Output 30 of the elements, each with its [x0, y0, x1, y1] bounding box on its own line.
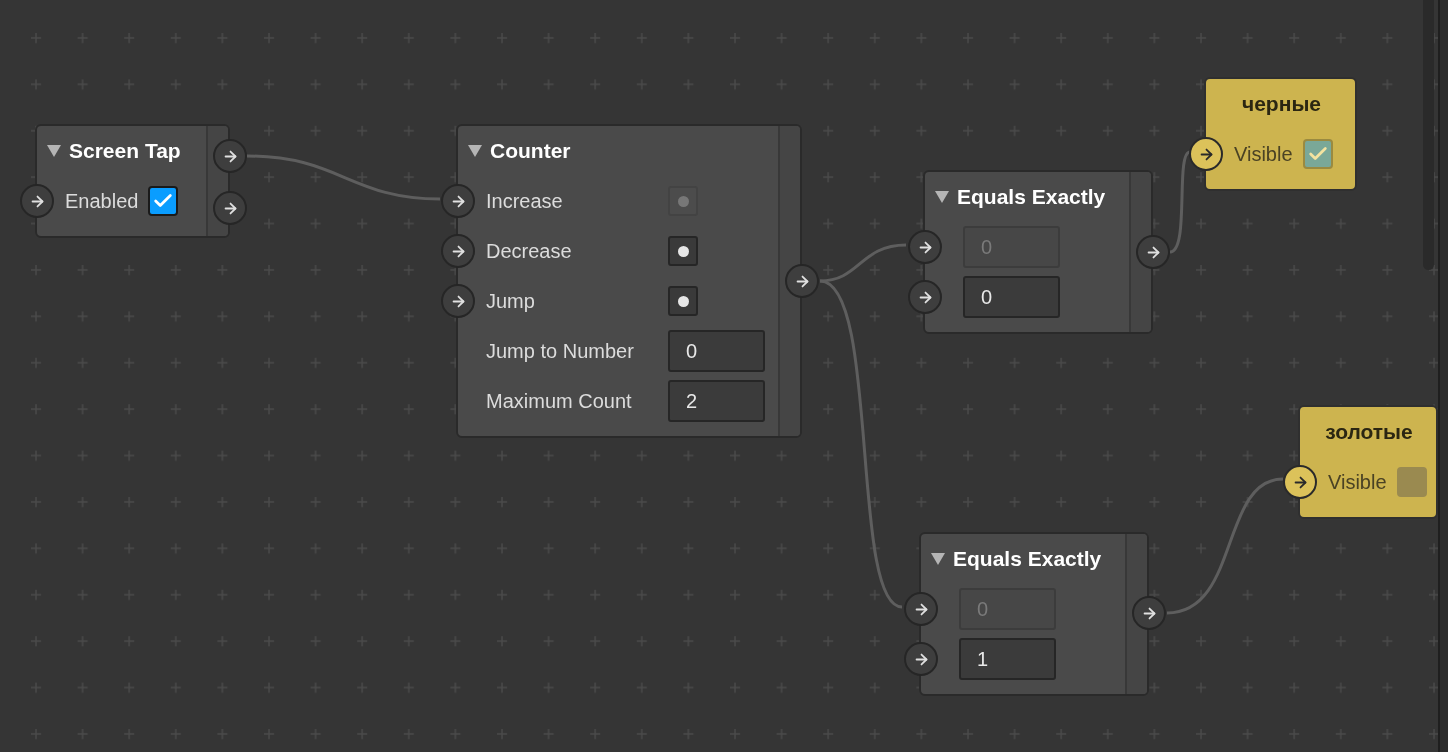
collapse-triangle-icon[interactable]: [468, 145, 482, 157]
number-field[interactable]: 2: [668, 380, 765, 422]
port-label: Maximum Count: [486, 389, 633, 414]
collapse-triangle-icon[interactable]: [47, 145, 61, 157]
node-title: Counter: [490, 138, 571, 165]
port-label: Visible: [1234, 142, 1294, 167]
object-node-card[interactable]: [1204, 77, 1357, 191]
port-label: Jump: [486, 289, 536, 314]
port-label: Enabled: [65, 189, 140, 214]
checkbox[interactable]: [148, 186, 179, 216]
checkbox[interactable]: [1396, 467, 1427, 497]
node-title: Equals Exactly: [953, 546, 1102, 573]
node-title: черные: [1242, 91, 1321, 118]
collapse-triangle-icon[interactable]: [935, 191, 949, 203]
number-field[interactable]: 0: [963, 276, 1060, 318]
number-field[interactable]: 1: [959, 638, 1056, 680]
port-label: Visible: [1328, 470, 1388, 495]
port-label: Jump to Number: [486, 339, 635, 364]
pulse-toggle[interactable]: [668, 236, 698, 266]
node-title: Screen Tap: [69, 138, 181, 165]
node-title: золотые: [1325, 419, 1413, 446]
pulse-toggle[interactable]: [668, 286, 698, 316]
object-node-card[interactable]: [1298, 405, 1438, 519]
scrollbar[interactable]: [1423, 0, 1434, 270]
node-title: Equals Exactly: [957, 184, 1106, 211]
checkbox[interactable]: [1302, 139, 1333, 169]
collapse-triangle-icon[interactable]: [931, 553, 945, 565]
number-field[interactable]: 0: [668, 330, 765, 372]
port-label: Decrease: [486, 239, 573, 264]
port-label: Increase: [486, 189, 564, 214]
